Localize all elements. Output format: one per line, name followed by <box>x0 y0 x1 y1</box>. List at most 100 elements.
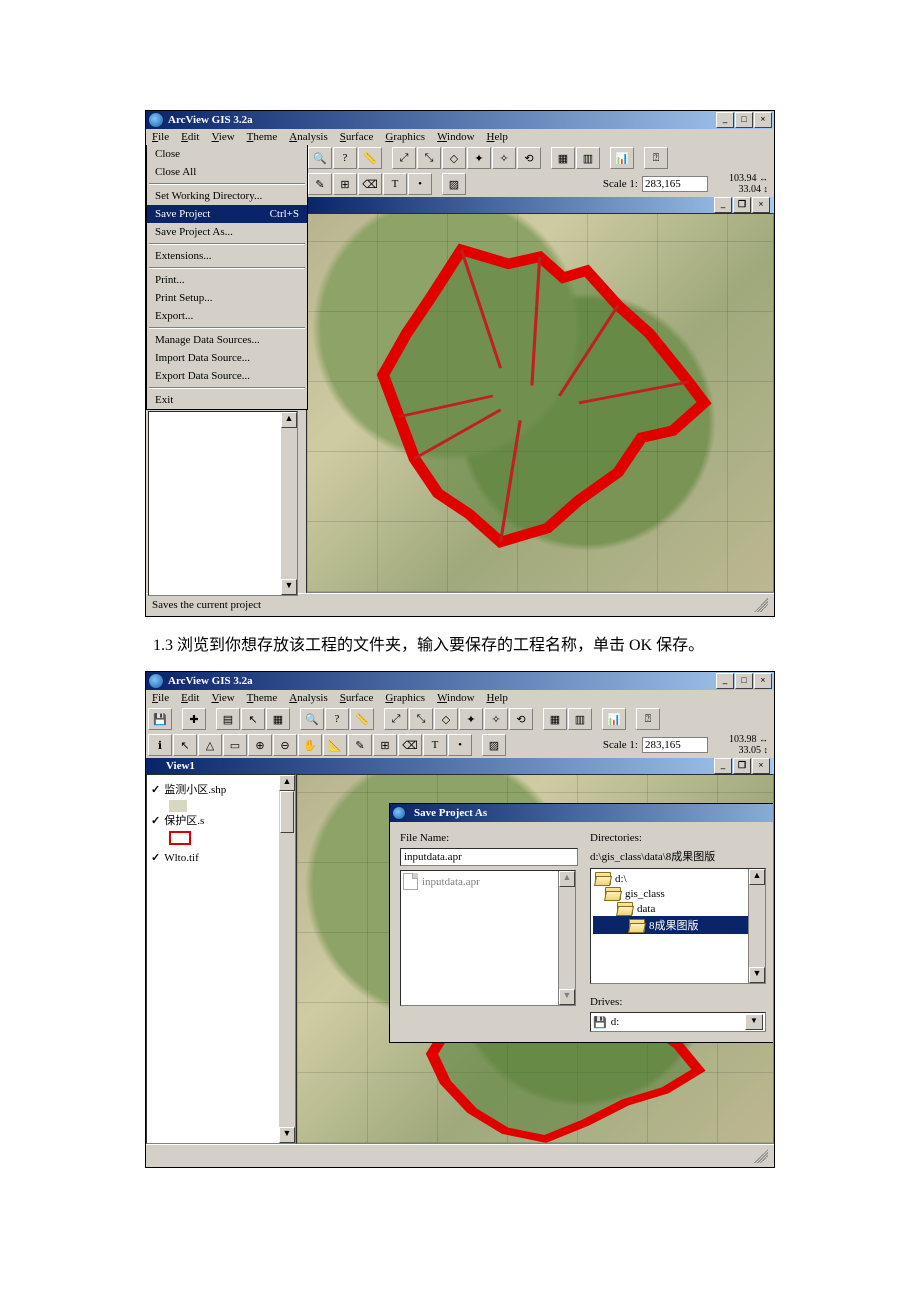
edit-legend-button[interactable]: ↖ <box>241 708 265 730</box>
zoom-in-tool[interactable]: ⊕ <box>248 734 272 756</box>
text-tool[interactable]: T <box>423 734 447 756</box>
menu-surface[interactable]: Surface <box>340 692 374 704</box>
toc-item[interactable]: 监测小区.shp <box>151 781 291 797</box>
menu-save-project-as[interactable]: Save Project As... <box>147 223 307 241</box>
toc-item[interactable]: 保护区.s <box>151 812 291 828</box>
theme-props-button[interactable]: ▤ <box>216 708 240 730</box>
menu-analysis[interactable]: Analysis <box>289 692 328 704</box>
maximize-button[interactable]: □ <box>735 112 753 128</box>
view-titlebar[interactable]: _ ❐ × <box>306 197 774 213</box>
check-icon[interactable] <box>151 814 160 827</box>
menu-set-working-dir[interactable]: Set Working Directory... <box>147 187 307 205</box>
draw-button[interactable]: ✎ <box>308 173 332 195</box>
scroll-up-icon[interactable]: ▲ <box>749 869 765 885</box>
find-button[interactable]: 🔍 <box>308 147 332 169</box>
toc-panel[interactable]: ▲ ▼ <box>148 411 298 596</box>
menu-window[interactable]: Window <box>437 692 474 704</box>
menu-save-project[interactable]: Save Project Ctrl+S <box>147 205 307 223</box>
file-list-scrollbar[interactable]: ▲ ▼ <box>558 871 575 1005</box>
menu-surface[interactable]: Surface <box>340 131 374 143</box>
menu-view[interactable]: View <box>211 692 234 704</box>
point-tool[interactable]: • <box>448 734 472 756</box>
close-button[interactable]: × <box>754 112 772 128</box>
erase-button[interactable]: ⌫ <box>358 173 382 195</box>
menubar-2[interactable]: File Edit View Theme Analysis Surface Gr… <box>146 690 774 706</box>
select-button[interactable]: ▦ <box>551 147 575 169</box>
clear-select-button[interactable]: ▥ <box>576 147 600 169</box>
menu-edit[interactable]: Edit <box>181 692 199 704</box>
toc-scrollbar[interactable]: ▲ ▼ <box>279 775 295 1143</box>
table-button[interactable]: ▦ <box>266 708 290 730</box>
select-button[interactable]: ▦ <box>543 708 567 730</box>
menu-theme[interactable]: Theme <box>247 131 278 143</box>
menu-manage-data-sources[interactable]: Manage Data Sources... <box>147 331 307 349</box>
hatch-button[interactable]: ▨ <box>442 173 466 195</box>
titlebar-2[interactable]: ArcView GIS 3.2a _ □ × <box>146 672 774 690</box>
directory-list[interactable]: d:\ gis_class data 8成果图版 ▲ ▼ <box>590 868 766 984</box>
maximize-button[interactable]: □ <box>735 673 753 689</box>
file-menu-dropdown[interactable]: Close Close All Set Working Directory...… <box>146 145 308 410</box>
check-icon[interactable] <box>151 783 160 796</box>
menu-export[interactable]: Export... <box>147 307 307 325</box>
zoom-selected-button[interactable]: ✧ <box>484 708 508 730</box>
zoom-theme-button[interactable]: ✦ <box>467 147 491 169</box>
dir-scrollbar[interactable]: ▲ ▼ <box>748 869 765 983</box>
dir-item-selected[interactable]: 8成果图版 <box>593 916 763 934</box>
point-button[interactable]: • <box>408 173 432 195</box>
scale-input[interactable] <box>642 737 708 753</box>
menu-help[interactable]: Help <box>487 692 508 704</box>
query-button[interactable]: ? <box>325 708 349 730</box>
snap-button[interactable]: ⊞ <box>333 173 357 195</box>
find-button[interactable]: 🔍 <box>300 708 324 730</box>
map-canvas-2[interactable]: Save Project As × File Name: inputdata.a… <box>296 774 774 1144</box>
scroll-thumb[interactable] <box>280 791 294 833</box>
zoom-out-button[interactable]: ⤡ <box>417 147 441 169</box>
drives-combo[interactable]: 💾 d: ▼ <box>590 1012 766 1032</box>
menu-import-data-source[interactable]: Import Data Source... <box>147 349 307 367</box>
save-button[interactable]: 💾 <box>148 708 172 730</box>
dir-item[interactable]: data <box>593 901 763 916</box>
zoom-out-tool[interactable]: ⊖ <box>273 734 297 756</box>
zoom-in-button[interactable]: ⤢ <box>384 708 408 730</box>
file-list-item[interactable]: inputdata.apr <box>422 876 480 888</box>
label-tool[interactable]: ✎ <box>348 734 372 756</box>
zoom-prev-button[interactable]: ⟲ <box>509 708 533 730</box>
snap-tool[interactable]: ⊞ <box>373 734 397 756</box>
menubar[interactable]: File Edit View Theme Analysis Surface Gr… <box>146 129 774 145</box>
toc-item[interactable]: Wlto.tif <box>151 851 291 864</box>
zoom-in-button[interactable]: ⤢ <box>392 147 416 169</box>
view-titlebar-2[interactable]: View1 _ ❐ × <box>146 758 774 774</box>
clear-select-button[interactable]: ▥ <box>568 708 592 730</box>
zoom-out-button[interactable]: ⤡ <box>409 708 433 730</box>
menu-graphics[interactable]: Graphics <box>385 692 425 704</box>
view-close-button[interactable]: × <box>752 758 770 774</box>
zoom-full-button[interactable]: ◇ <box>442 147 466 169</box>
minimize-button[interactable]: _ <box>716 673 734 689</box>
scroll-up-icon[interactable]: ▲ <box>279 775 295 791</box>
menu-theme[interactable]: Theme <box>247 692 278 704</box>
view-minimize-button[interactable]: _ <box>714 197 732 213</box>
toc-panel-2[interactable]: 监测小区.shp 保护区.s Wlto.tif ▲ ▼ <box>146 774 296 1144</box>
menu-exit[interactable]: Exit <box>147 391 307 409</box>
pan-tool[interactable]: ✋ <box>298 734 322 756</box>
menu-file[interactable]: File <box>152 131 169 143</box>
scroll-down-icon[interactable]: ▼ <box>281 579 297 595</box>
zoom-selected-button[interactable]: ✧ <box>492 147 516 169</box>
zoom-prev-button[interactable]: ⟲ <box>517 147 541 169</box>
check-icon[interactable] <box>151 851 160 864</box>
query-button[interactable]: ? <box>333 147 357 169</box>
dropdown-icon[interactable]: ▼ <box>745 1014 763 1030</box>
map-canvas[interactable] <box>306 213 774 593</box>
menu-file[interactable]: File <box>152 692 169 704</box>
pointer-button[interactable]: ↖ <box>173 734 197 756</box>
hatch-tool[interactable]: ▨ <box>482 734 506 756</box>
scroll-down-icon[interactable]: ▼ <box>279 1127 295 1143</box>
view-minimize-button[interactable]: _ <box>714 758 732 774</box>
file-name-input[interactable] <box>400 848 578 866</box>
chart-button[interactable]: 📊 <box>610 147 634 169</box>
toc-scrollbar[interactable]: ▲ ▼ <box>281 412 297 595</box>
view-restore-button[interactable]: ❐ <box>733 758 751 774</box>
menu-print-setup[interactable]: Print Setup... <box>147 289 307 307</box>
add-theme-button[interactable]: ✚ <box>182 708 206 730</box>
scroll-down-icon[interactable]: ▼ <box>749 967 765 983</box>
